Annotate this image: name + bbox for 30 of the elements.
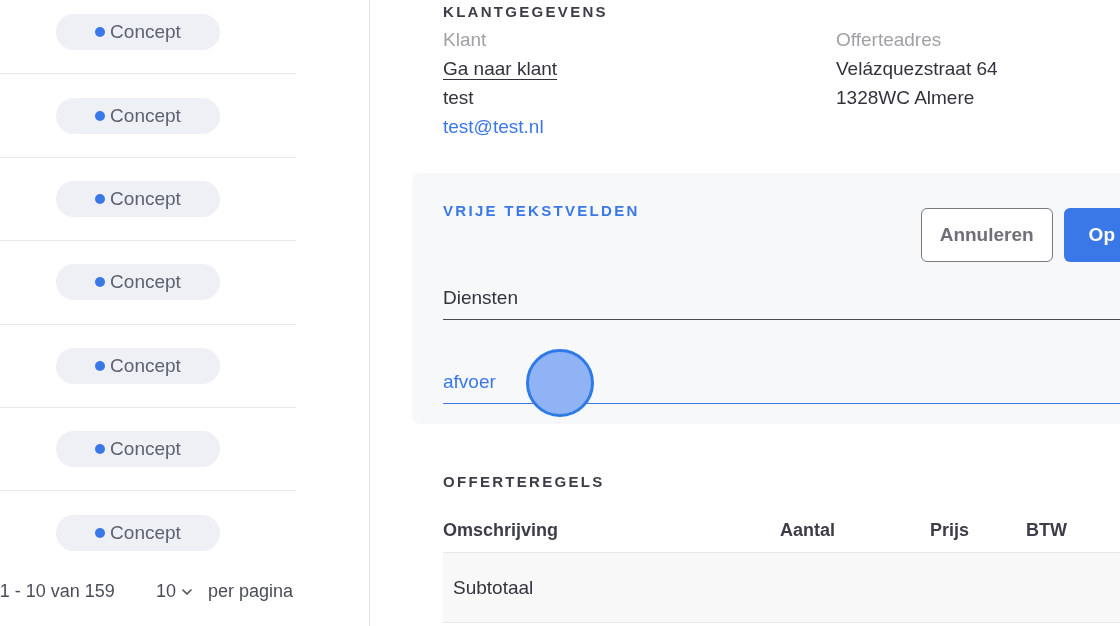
address-line: Velázquezstraat 64: [836, 57, 998, 81]
status-label: Concept: [110, 438, 181, 461]
section-title: OFFERTEREGELS: [443, 472, 606, 492]
status-label: Concept: [110, 104, 181, 127]
email-link[interactable]: test@test.nl: [443, 112, 544, 141]
cancel-button[interactable]: Annuleren: [920, 208, 1053, 262]
customer-name: test: [443, 86, 474, 110]
text-field[interactable]: Diensten: [443, 286, 1120, 320]
field-label: Offerteadres: [836, 28, 942, 52]
status-label: Concept: [110, 354, 181, 377]
column-header: Prijs: [930, 519, 971, 542]
column-header: BTW: [1026, 519, 1068, 542]
customer-link[interactable]: Ga naar klant: [443, 54, 558, 83]
field-label: Klant: [443, 28, 487, 52]
status-label: Concept: [110, 21, 181, 44]
section-title: VRIJE TEKSTVELDEN: [443, 201, 640, 221]
page-range: 1 - 10 van 159: [0, 581, 115, 603]
address-line: 1328WC Almere: [836, 86, 975, 110]
save-button[interactable]: Op: [1063, 208, 1120, 262]
status-label: Concept: [110, 522, 181, 545]
column-header: Omschrijving: [443, 519, 560, 542]
table-cell-text: Subtotaal: [453, 576, 535, 600]
status-label: Concept: [110, 187, 181, 210]
per-page-label: per pagina: [207, 581, 293, 603]
status-label: Concept: [110, 271, 181, 294]
per-page-select[interactable]: 10: [155, 581, 192, 603]
column-header: Aantal: [780, 519, 836, 542]
section-title: KLANTGEGEVENS: [443, 3, 609, 21]
click-marker-icon: [526, 349, 594, 417]
chevron-down-icon: [181, 588, 192, 595]
